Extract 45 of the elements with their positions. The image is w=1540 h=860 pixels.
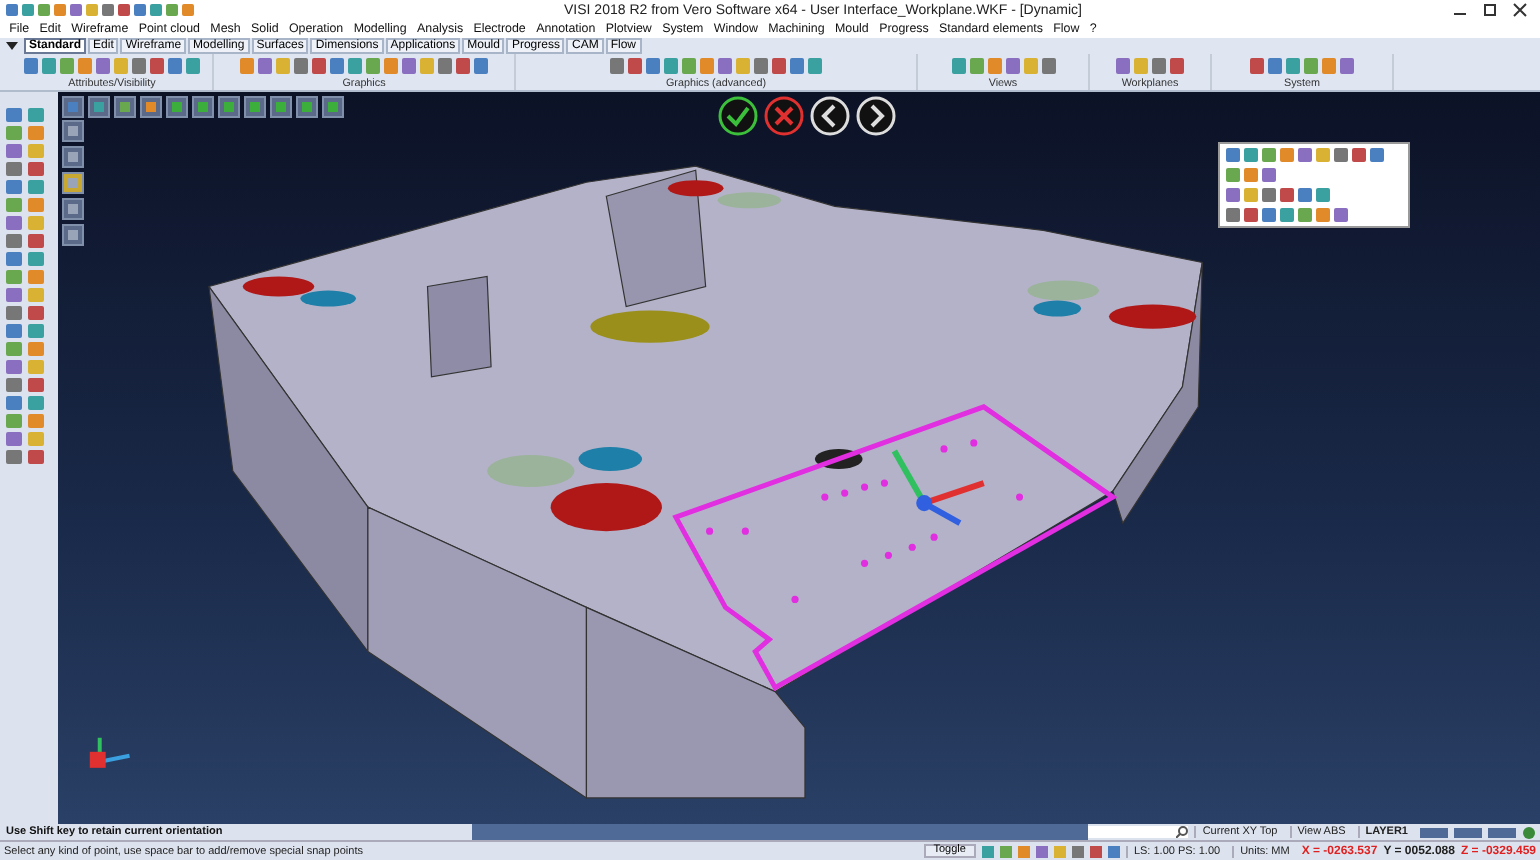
layer-swatch[interactable] — [1488, 827, 1516, 837]
view-icon[interactable] — [192, 96, 214, 118]
snap-point — [706, 527, 714, 535]
search-icon — [1176, 826, 1189, 838]
back-button[interactable] — [810, 96, 850, 136]
view-icon[interactable] — [322, 96, 344, 118]
view-icon[interactable] — [270, 96, 292, 118]
snap-point — [861, 559, 869, 567]
view-icon[interactable] — [62, 172, 84, 194]
axis-triad-icon — [89, 737, 130, 768]
view-icon[interactable] — [62, 224, 84, 246]
workplane-triad-icon[interactable] — [891, 449, 985, 526]
snap-point — [861, 483, 869, 491]
view-icon[interactable] — [88, 96, 110, 118]
view-icon[interactable] — [296, 96, 318, 118]
snap-point — [791, 595, 799, 603]
view-icon[interactable] — [166, 96, 188, 118]
view-icon[interactable] — [62, 120, 84, 142]
close-icon[interactable] — [1512, 2, 1528, 18]
snap-point — [841, 489, 849, 497]
3d-viewport[interactable] — [58, 92, 1540, 824]
layer-swatch[interactable] — [1420, 827, 1448, 837]
snap-point — [1015, 493, 1024, 501]
view-icon[interactable] — [114, 96, 136, 118]
view-icon[interactable] — [140, 96, 162, 118]
snap-point — [908, 543, 916, 551]
snap-point — [880, 479, 888, 487]
snap-point — [970, 439, 978, 447]
snap-point — [930, 533, 938, 541]
cancel-button[interactable] — [764, 96, 804, 136]
forward-button[interactable] — [856, 96, 896, 136]
maximize-icon[interactable] — [1482, 2, 1498, 18]
snap-point — [940, 445, 948, 453]
layer-swatch[interactable] — [1454, 827, 1482, 837]
snap-point — [821, 493, 829, 501]
view-icon[interactable] — [62, 198, 84, 220]
snap-point — [884, 551, 892, 559]
view-icon[interactable] — [218, 96, 240, 118]
snap-point — [741, 527, 749, 535]
globe-icon[interactable] — [1522, 825, 1536, 839]
view-icon[interactable] — [62, 96, 84, 118]
confirm-button[interactable] — [718, 96, 758, 136]
view-icon[interactable] — [244, 96, 266, 118]
search-field[interactable] — [1088, 826, 1189, 838]
view-icon[interactable] — [62, 146, 84, 168]
